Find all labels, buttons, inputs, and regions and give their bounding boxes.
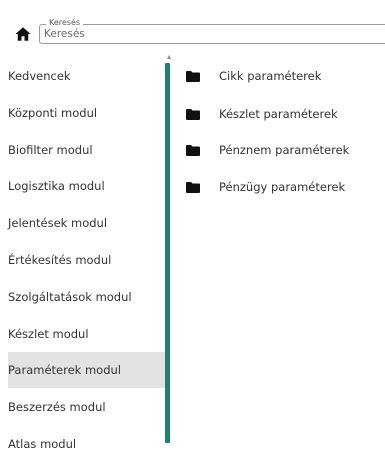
folder-item-keszlet-parameterek[interactable]: Készlet paraméterek (186, 100, 338, 128)
sidebar-item-kozponti-modul[interactable]: Központi modul (8, 95, 165, 131)
sidebar-item-label: Paraméterek modul (8, 363, 121, 377)
folder-label: Pénznem paraméterek (219, 143, 350, 157)
folder-icon (186, 144, 200, 156)
module-sidebar: Kedvencek Központi modul Biofilter modul… (0, 55, 175, 461)
home-icon[interactable] (14, 25, 32, 43)
folder-list: Cikk paraméterek Készlet paraméterek Pén… (180, 55, 385, 461)
folder-label: Készlet paraméterek (219, 107, 338, 121)
sidebar-item-label: Beszerzés modul (8, 400, 106, 414)
sidebar-item-label: Készlet modul (8, 327, 89, 341)
sidebar-item-label: Szolgáltatások modul (8, 290, 132, 304)
search-field[interactable]: Keresés (39, 18, 385, 44)
sidebar-item-parameterek-modul[interactable]: Paraméterek modul (8, 352, 165, 388)
sidebar-item-label: Értékesítés modul (8, 253, 112, 267)
search-input[interactable] (44, 26, 384, 42)
sidebar-item-atlas-modul[interactable]: Atlas modul (8, 426, 165, 462)
folder-item-penznem-parameterek[interactable]: Pénznem paraméterek (186, 136, 349, 164)
folder-label: Cikk paraméterek (219, 69, 322, 83)
sidebar-item-label: Jelentések modul (8, 216, 108, 230)
sidebar-item-jelentesek-modul[interactable]: Jelentések modul (8, 205, 165, 241)
sidebar-item-label: Logisztika modul (8, 179, 105, 193)
folder-item-penzugy-parameterek[interactable]: Pénzügy paraméterek (186, 173, 345, 201)
top-bar: Keresés (0, 0, 385, 55)
sidebar-item-biofilter-modul[interactable]: Biofilter modul (8, 132, 165, 168)
folder-icon (186, 181, 200, 193)
sidebar-item-label: Központi modul (8, 106, 98, 120)
sidebar-item-label: Biofilter modul (8, 143, 93, 157)
sidebar-scrollbar[interactable] (165, 55, 173, 443)
scroll-up-arrow-icon[interactable] (166, 55, 171, 59)
sidebar-item-logisztika-modul[interactable]: Logisztika modul (8, 168, 165, 204)
folder-item-cikk-parameterek[interactable]: Cikk paraméterek (186, 62, 321, 90)
sidebar-item-label: Kedvencek (8, 69, 71, 83)
sidebar-item-kedvencek[interactable]: Kedvencek (8, 58, 165, 94)
sidebar-item-keszlet-modul[interactable]: Készlet modul (8, 316, 165, 352)
sidebar-item-beszerzes-modul[interactable]: Beszerzés modul (8, 389, 165, 425)
sidebar-item-szolgaltatasok-modul[interactable]: Szolgáltatások modul (8, 279, 165, 315)
sidebar-item-label: Atlas modul (8, 437, 77, 451)
folder-icon (186, 108, 200, 120)
sidebar-item-ertekesites-modul[interactable]: Értékesítés modul (8, 242, 165, 278)
folder-icon (186, 70, 200, 82)
scrollbar-thumb[interactable] (165, 63, 170, 443)
folder-label: Pénzügy paraméterek (219, 180, 346, 194)
